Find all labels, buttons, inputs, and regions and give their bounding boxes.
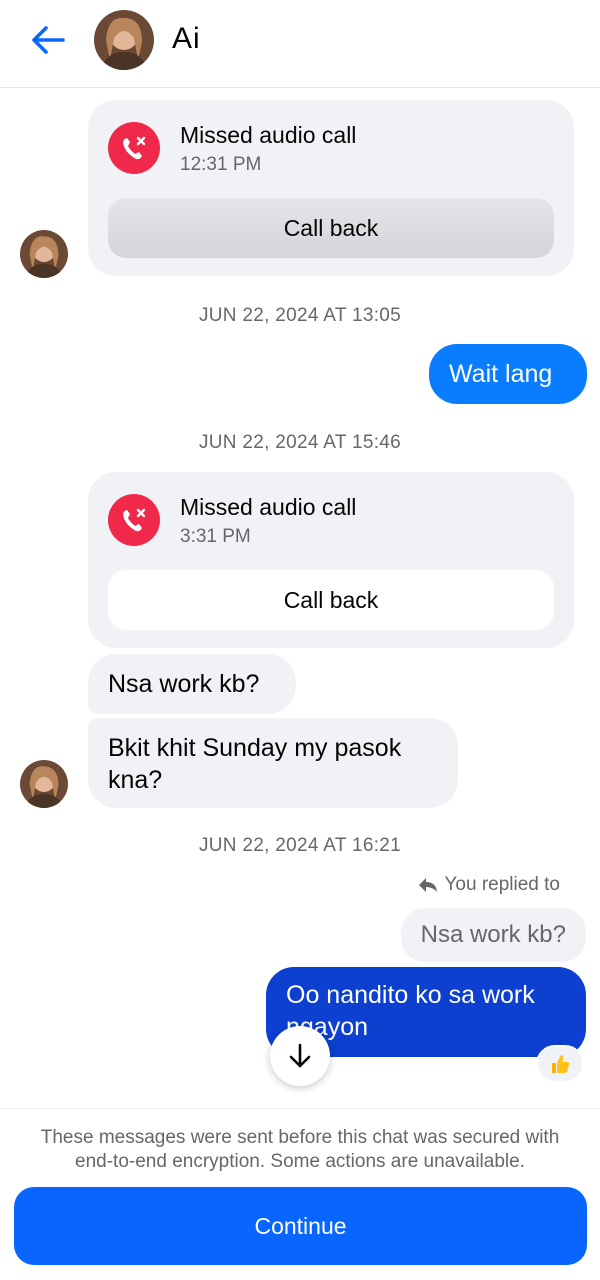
timestamp: JUN 22, 2024 AT 13:05 xyxy=(198,305,402,326)
scroll-down-button[interactable] xyxy=(270,1026,330,1086)
encryption-notice: These messages were sent before this cha… xyxy=(0,1126,600,1174)
incoming-message[interactable]: Nsa work kb? xyxy=(88,654,296,714)
quoted-message[interactable]: Nsa work kb? xyxy=(400,908,586,962)
avatar[interactable] xyxy=(20,760,68,808)
notice-line: These messages were sent before this cha… xyxy=(40,1127,560,1148)
avatar[interactable] xyxy=(20,230,68,278)
call-title: Missed audio call xyxy=(180,494,357,520)
notice-line: end-to-end encryption. Some actions are … xyxy=(75,1151,525,1172)
outgoing-message[interactable]: Wait lang xyxy=(429,344,587,404)
replied-label-text: You replied to xyxy=(444,874,560,895)
call-time: 12:31 PM xyxy=(180,154,262,175)
timestamp: JUN 22, 2024 AT 16:21 xyxy=(198,835,402,856)
message-line: ngayon xyxy=(286,1013,369,1041)
incoming-message[interactable]: Bkit khit Sunday my pasok kna? xyxy=(88,718,458,808)
continue-button[interactable]: Continue xyxy=(14,1187,587,1265)
missed-call-card: Missed audio call 12:31 PM Call back xyxy=(88,100,574,276)
reaction-badge[interactable] xyxy=(536,1045,584,1083)
back-button[interactable] xyxy=(24,18,72,62)
call-back-button[interactable]: Call back xyxy=(108,198,554,258)
message-line: kna? xyxy=(108,766,163,794)
contact-avatar[interactable] xyxy=(94,10,154,70)
scroll-down-icon xyxy=(289,1043,311,1068)
reply-arrow-icon xyxy=(419,878,438,892)
missed-call-card: Missed audio call 3:31 PM Call back xyxy=(88,472,574,648)
back-arrow-icon xyxy=(32,26,65,54)
thumbs-up-icon xyxy=(552,1055,570,1073)
timestamp: JUN 22, 2024 AT 15:46 xyxy=(198,432,402,453)
call-time: 3:31 PM xyxy=(180,526,251,547)
call-title: Missed audio call xyxy=(180,122,357,148)
contact-name[interactable]: Ai xyxy=(172,22,201,56)
message-line: Oo nandito ko sa work xyxy=(286,981,535,1009)
replied-label: You replied to xyxy=(418,874,560,896)
chat-header: Ai xyxy=(0,0,600,88)
missed-call-icon xyxy=(108,494,160,546)
call-back-button[interactable]: Call back xyxy=(108,570,554,630)
missed-call-icon xyxy=(108,122,160,174)
message-line: Bkit khit Sunday my pasok xyxy=(108,734,402,762)
